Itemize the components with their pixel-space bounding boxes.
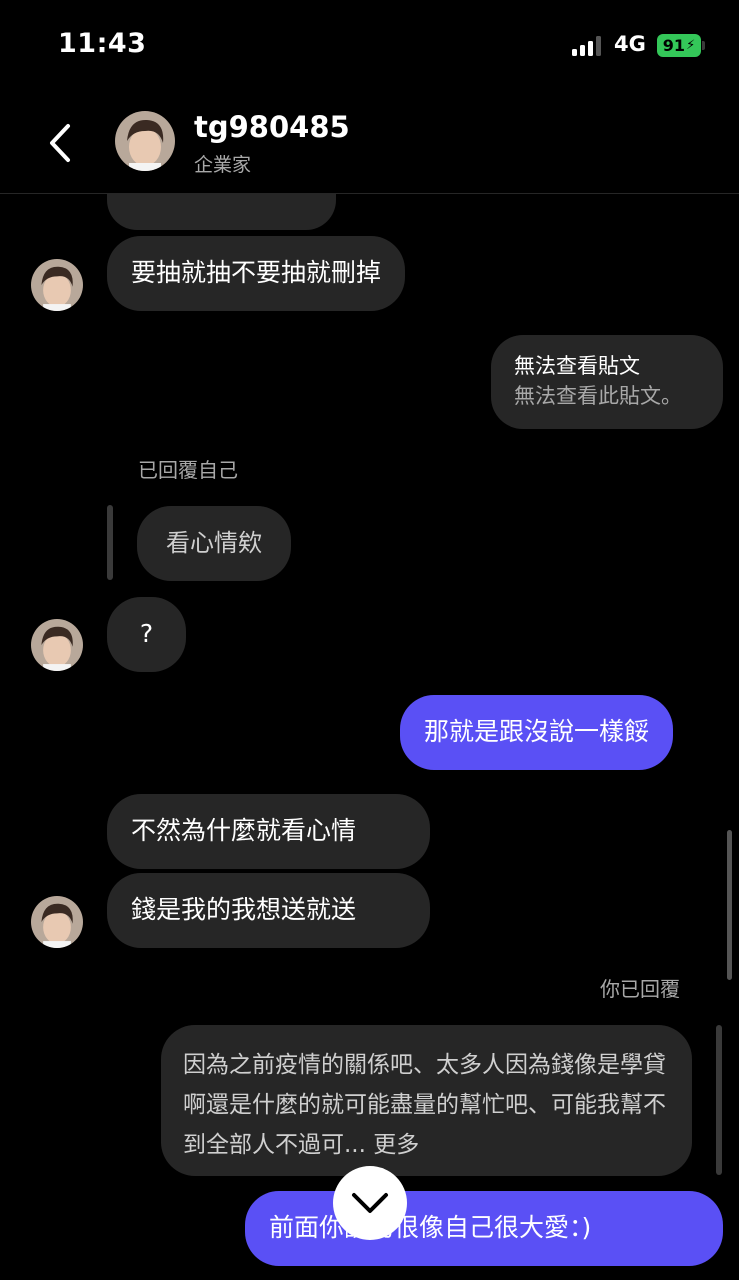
scrollbar[interactable] xyxy=(727,830,732,980)
battery-nub xyxy=(702,41,705,50)
reply-label: 你已回覆 xyxy=(600,977,680,1001)
avatar[interactable] xyxy=(31,259,83,311)
unavailable-post-card[interactable]: 無法查看貼文 無法查看此貼文。 xyxy=(491,335,723,429)
message-bubble-received[interactable]: 不然為什麼就看心情 xyxy=(107,794,430,869)
reply-label: 已回覆自己 xyxy=(138,458,238,482)
quoted-message[interactable]: 因為之前疫情的關係吧、太多人因為錢像是學貸啊還是什麼的就可能盡量的幫忙吧、可能我… xyxy=(161,1025,692,1176)
message-bubble-received[interactable]: 要抽就抽不要抽就刪掉 xyxy=(107,236,406,311)
message-bubble-sent[interactable]: 前面你說的很像自己很大愛：) xyxy=(245,1191,723,1266)
post-card-subtitle: 無法查看此貼文。 xyxy=(514,384,682,408)
reply-bar xyxy=(107,505,113,580)
reply-bar xyxy=(716,1025,722,1175)
message-text: 不然為什麼就看心情 xyxy=(131,816,357,845)
status-time: 11:43 xyxy=(58,28,147,59)
message-text: 錢是我的我想送就送 xyxy=(131,895,357,924)
quoted-text: 看心情欸 xyxy=(166,529,262,557)
message-text: 前面你說的很像自己很大愛：) xyxy=(269,1213,592,1242)
chevron-left-icon[interactable] xyxy=(46,123,78,163)
battery-icon: 91 ⚡ xyxy=(657,34,701,57)
network-type: 4G xyxy=(614,32,646,56)
avatar[interactable] xyxy=(31,619,83,671)
header-subtitle: 企業家 xyxy=(194,154,252,176)
chevron-down-icon xyxy=(352,1193,388,1213)
quoted-text: 因為之前疫情的關係吧、太多人因為錢像是學貸啊還是什麼的就可能盡量的幫忙吧、可能我… xyxy=(183,1052,666,1158)
message-bubble-sent[interactable]: 那就是跟沒說一樣餒 xyxy=(400,695,674,770)
message-text: 要抽就抽不要抽就刪掉 xyxy=(131,258,382,287)
message-text: ? xyxy=(139,619,154,648)
message-text: 那就是跟沒說一樣餒 xyxy=(424,717,650,746)
chat-header: tg980485 企業家 xyxy=(0,95,739,194)
message-bubble-received[interactable]: 錢是我的我想送就送 xyxy=(107,873,430,948)
avatar[interactable] xyxy=(31,896,83,948)
battery-level: 91 xyxy=(662,36,686,55)
scroll-to-bottom-button[interactable] xyxy=(333,1166,407,1240)
quoted-message[interactable]: 看心情欸 xyxy=(137,506,291,581)
cellular-signal-icon xyxy=(572,36,604,56)
avatar[interactable] xyxy=(115,111,175,171)
message-bubble-received[interactable]: ? xyxy=(107,597,186,672)
post-card-title: 無法查看貼文 xyxy=(514,354,640,378)
header-username[interactable]: tg980485 xyxy=(194,110,350,144)
